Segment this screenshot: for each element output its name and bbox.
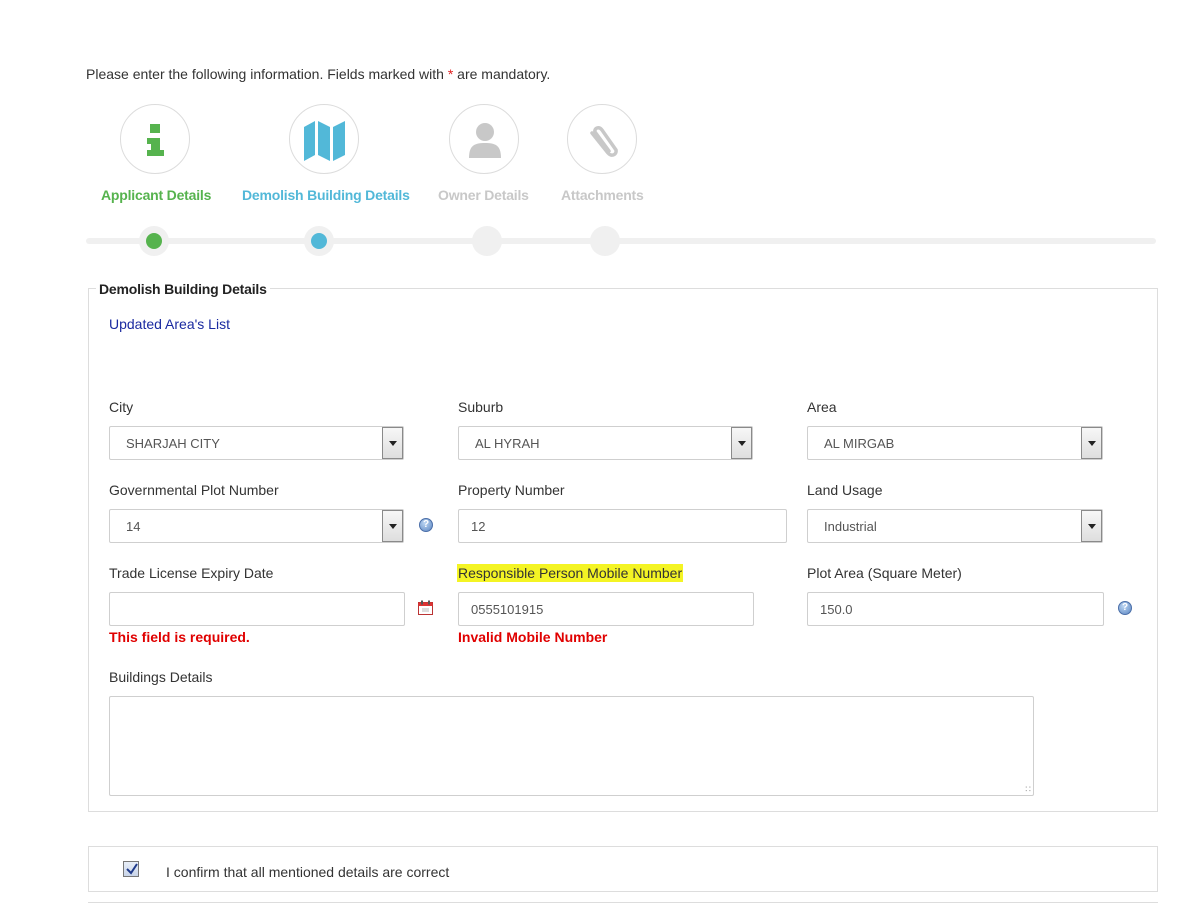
divider [88, 902, 1158, 903]
land-usage-select[interactable]: Industrial [807, 509, 1103, 543]
buildings-details-label: Buildings Details [109, 669, 213, 685]
step-label-owner-details[interactable]: Owner Details [438, 187, 529, 203]
gov-plot-number-select[interactable]: 14 [109, 509, 404, 543]
step-label-demolish-building-details[interactable]: Demolish Building Details [242, 187, 410, 203]
checkmark-icon [126, 863, 138, 875]
instructions-text: Please enter the following information. … [86, 66, 551, 82]
trade-license-expiry-label: Trade License Expiry Date [109, 565, 274, 581]
city-label: City [109, 399, 134, 415]
confirm-text: I confirm that all mentioned details are… [166, 864, 450, 880]
gov-plot-number-label: Governmental Plot Number [109, 482, 279, 498]
help-icon[interactable]: ? [419, 518, 433, 532]
plot-area-input[interactable]: 150.0 [807, 592, 1104, 626]
property-number-input[interactable]: 12 [458, 509, 787, 543]
step-label-attachments[interactable]: Attachments [561, 187, 644, 203]
mobile-number-input[interactable]: 0555101915 [458, 592, 754, 626]
confirm-section: I confirm that all mentioned details are… [88, 846, 1158, 892]
calendar-icon[interactable] [418, 600, 433, 615]
step-attachments-circle[interactable] [567, 104, 637, 174]
map-icon [304, 121, 345, 161]
mobile-number-label: Responsible Person Mobile Number [457, 564, 684, 582]
chevron-down-icon[interactable] [382, 427, 403, 459]
suburb-label: Suburb [458, 399, 504, 415]
land-usage-select-value: Industrial [824, 519, 877, 534]
step-dot-owner-details [472, 226, 502, 256]
wizard-progress-track [86, 238, 1156, 244]
info-icon [147, 124, 164, 156]
buildings-details-textarea[interactable]: ∷ [109, 696, 1034, 796]
chevron-down-icon[interactable] [382, 510, 403, 542]
trade-license-expiry-input[interactable] [109, 592, 405, 626]
land-usage-label: Land Usage [807, 482, 883, 498]
property-number-label: Property Number [458, 482, 565, 498]
city-select-value: SHARJAH CITY [126, 436, 220, 451]
chevron-down-icon[interactable] [1081, 427, 1102, 459]
step-owner-details-circle[interactable] [449, 104, 519, 174]
suburb-select-value: AL HYRAH [475, 436, 540, 451]
updated-areas-list-link[interactable]: Updated Area's List [109, 316, 230, 332]
plot-area-label: Plot Area (Square Meter) [807, 565, 962, 581]
area-select[interactable]: AL MIRGAB [807, 426, 1103, 460]
confirm-checkbox[interactable] [123, 861, 139, 877]
fieldset-legend: Demolish Building Details [96, 281, 270, 297]
step-demolish-building-details-circle[interactable] [289, 104, 359, 174]
gov-plot-number-value: 14 [126, 519, 141, 534]
mobile-number-error: Invalid Mobile Number [458, 629, 608, 645]
area-select-value: AL MIRGAB [824, 436, 895, 451]
trade-license-error: This field is required. [109, 629, 250, 645]
paperclip-icon [590, 126, 618, 157]
step-dot-applicant-details [139, 226, 169, 256]
user-icon [469, 123, 501, 158]
resize-grip-icon[interactable]: ∷ [1025, 785, 1031, 794]
chevron-down-icon[interactable] [1081, 510, 1102, 542]
area-label: Area [807, 399, 837, 415]
help-icon[interactable]: ? [1118, 601, 1132, 615]
step-label-applicant-details[interactable]: Applicant Details [101, 187, 211, 203]
suburb-select[interactable]: AL HYRAH [458, 426, 753, 460]
city-select[interactable]: SHARJAH CITY [109, 426, 404, 460]
step-dot-demolish-building-details [304, 226, 334, 256]
chevron-down-icon[interactable] [731, 427, 752, 459]
step-dot-attachments [590, 226, 620, 256]
step-applicant-details-circle[interactable] [120, 104, 190, 174]
